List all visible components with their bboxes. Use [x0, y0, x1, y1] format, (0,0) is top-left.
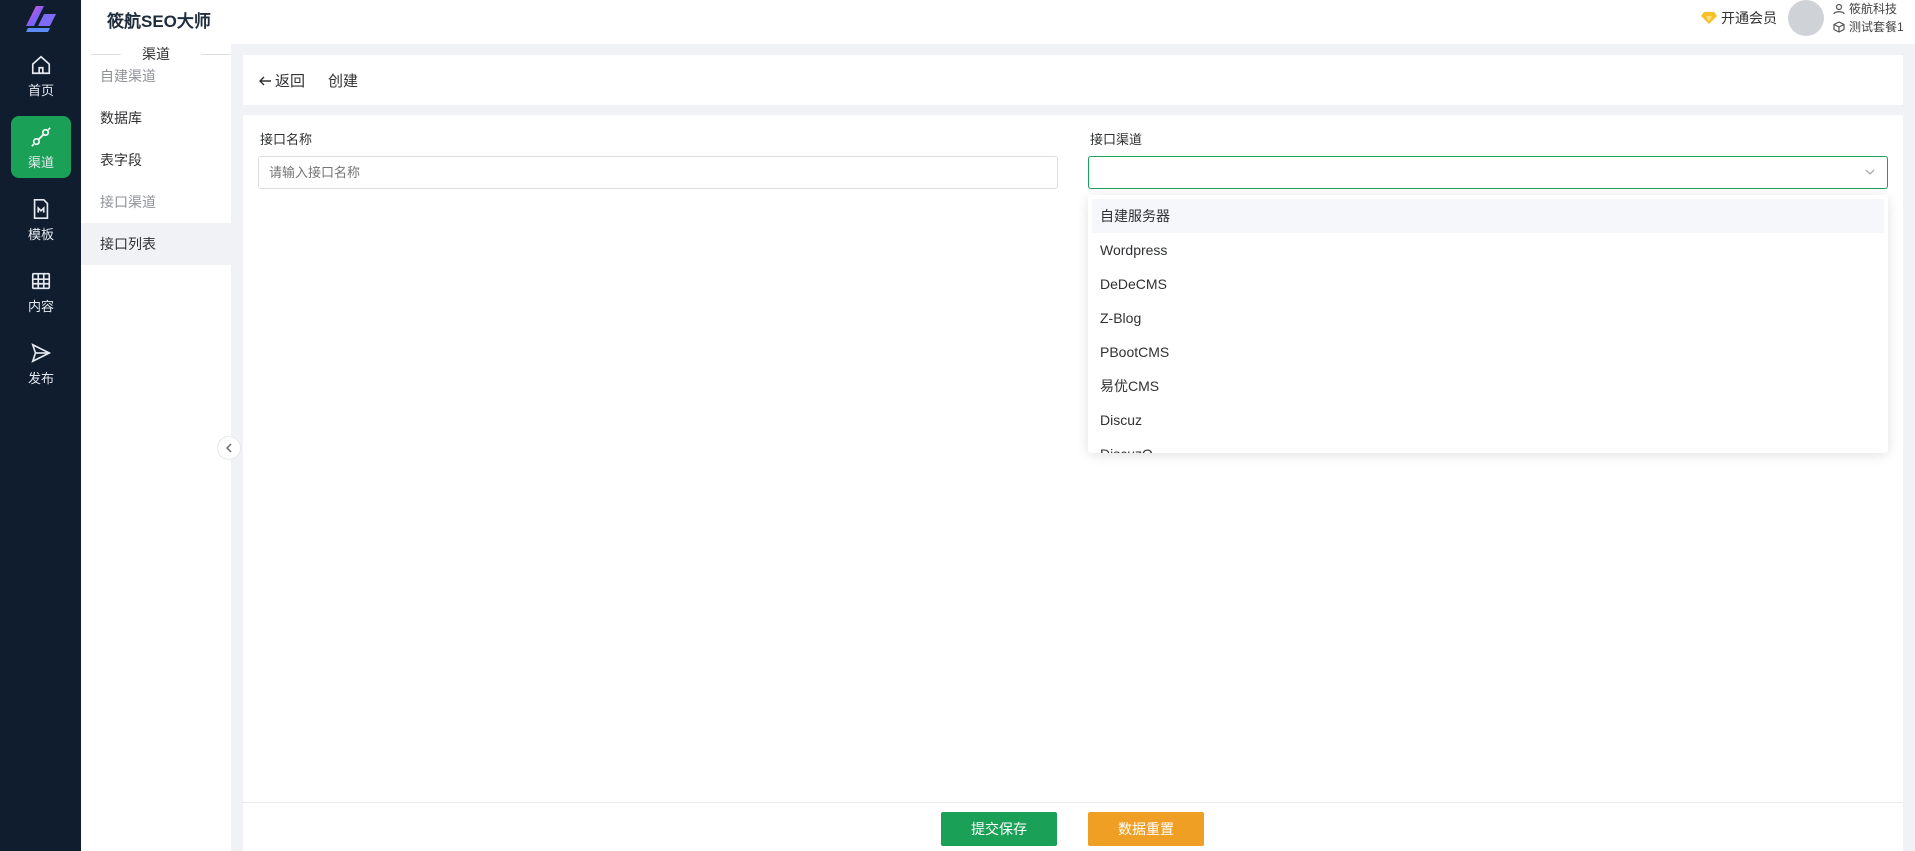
chevron-down-icon	[1865, 169, 1875, 175]
plan-name: 测试套餐1	[1849, 20, 1904, 34]
app-title: 筱航SEO大师	[107, 12, 211, 31]
reset-data-button[interactable]: 数据重置	[1088, 812, 1204, 846]
submenu-item-api-channel[interactable]: 接口渠道	[81, 181, 231, 223]
nav-item-label: 发布	[27, 371, 54, 386]
user-icon	[1833, 3, 1845, 15]
top-header: 筱航SEO大师 开通会员 筱航科技 测试套餐1	[81, 0, 1915, 44]
user-info[interactable]: 筱航科技 测试套餐1	[1833, 0, 1904, 36]
nav-item-channel[interactable]: 渠道	[11, 116, 71, 178]
nav-item-label: 内容	[27, 299, 54, 314]
api-channel-select[interactable]	[1088, 156, 1888, 189]
channel-dropdown: 自建服务器 Wordpress DeDeCMS Z-Blog PBootCMS …	[1088, 195, 1888, 453]
vip-label: 开通会员	[1721, 10, 1777, 26]
channel-submenu: 渠道 自建渠道 数据库 表字段 接口渠道 接口列表	[81, 44, 231, 851]
avatar[interactable]	[1788, 0, 1824, 36]
user-name: 筱航科技	[1849, 2, 1898, 16]
publish-icon	[31, 343, 52, 363]
channel-icon	[31, 127, 51, 147]
nav-item-publish[interactable]: 发布	[11, 332, 71, 394]
dropdown-option[interactable]: DeDeCMS	[1088, 267, 1888, 301]
nav-item-label: 模板	[27, 227, 54, 242]
dropdown-option[interactable]: Wordpress	[1088, 233, 1888, 267]
submenu-item-self-built[interactable]: 自建渠道	[81, 55, 231, 97]
dropdown-option[interactable]: DiscuzQ	[1088, 437, 1888, 453]
submit-save-button[interactable]: 提交保存	[941, 812, 1057, 846]
nav-item-home[interactable]: 首页	[11, 44, 71, 106]
nav-item-label: 渠道	[27, 155, 54, 170]
back-label: 返回	[275, 73, 306, 90]
arrow-left-icon	[259, 76, 271, 85]
dropdown-option[interactable]: Discuz	[1088, 403, 1888, 437]
nav-item-label: 首页	[27, 83, 54, 98]
chevron-left-icon	[226, 443, 232, 453]
submenu-item-api-list[interactable]: 接口列表	[81, 223, 231, 265]
package-icon	[1833, 21, 1845, 33]
api-name-input[interactable]	[258, 156, 1058, 189]
vip-link[interactable]: 开通会员	[1701, 8, 1777, 28]
template-icon	[33, 199, 49, 219]
nav-item-content[interactable]: 内容	[11, 260, 71, 322]
home-icon	[31, 55, 51, 75]
page-title: 创建	[328, 73, 359, 90]
submenu-item-database[interactable]: 数据库	[81, 97, 231, 139]
dropdown-option[interactable]: Z-Blog	[1088, 301, 1888, 335]
diamond-icon	[1701, 12, 1717, 24]
dropdown-option[interactable]: 易优CMS	[1088, 369, 1888, 403]
content-icon	[31, 272, 51, 290]
collapse-sidebar-button[interactable]	[217, 436, 241, 460]
name-field-label: 接口名称	[260, 132, 313, 147]
page-header: 返回 创建	[243, 55, 1903, 105]
form-footer: 提交保存 数据重置	[243, 802, 1903, 851]
dropdown-option[interactable]: PBootCMS	[1088, 335, 1888, 369]
channel-field-label: 接口渠道	[1090, 132, 1143, 147]
main-nav-rail: 首页 渠道 模板 内容 发布	[0, 0, 81, 851]
nav-item-template[interactable]: 模板	[11, 188, 71, 250]
dropdown-option[interactable]: 自建服务器	[1092, 199, 1884, 233]
back-button[interactable]: 返回	[258, 70, 305, 91]
submenu-item-table-fields[interactable]: 表字段	[81, 139, 231, 181]
app-logo-icon[interactable]	[24, 4, 58, 34]
